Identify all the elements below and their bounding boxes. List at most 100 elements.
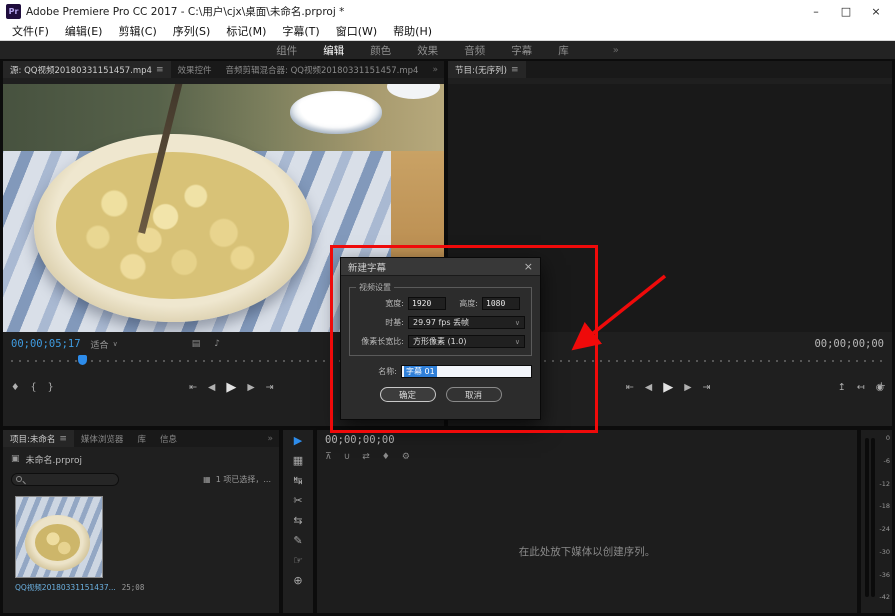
dialog-titlebar[interactable]: 新建字幕 × [341,258,540,276]
workspace-overflow-icon[interactable]: » [613,45,619,56]
ripple-edit-tool[interactable]: ↹ [293,475,302,486]
selection-tool[interactable]: ▶ [294,435,302,446]
step-back-icon[interactable]: ◀ [208,382,215,393]
timebase-value: 29.97 fps 丢帧 [413,317,469,328]
dialog-close-icon[interactable]: × [524,260,533,273]
dialog-buttons: 确定 取消 [349,387,532,402]
workspace-tab-editing[interactable]: 编辑 [323,43,344,58]
menu-window[interactable]: 窗口(W) [328,23,385,39]
workspace-bar: 组件 编辑 颜色 效果 音频 字幕 库 » [0,41,895,59]
workspace-tab-assembly[interactable]: 组件 [276,43,297,58]
snap-icon[interactable]: ∪ [344,452,351,462]
drag-video-only-icon[interactable]: ▤ [192,339,201,349]
tab-info[interactable]: 信息 [153,430,184,447]
pen-tool[interactable]: ✎ [293,535,302,546]
width-input[interactable]: 1920 [408,297,446,310]
go-to-in-icon[interactable]: ⇤ [189,382,197,393]
menu-sequence[interactable]: 序列(S) [165,23,219,39]
tab-libraries[interactable]: 库 [130,430,153,447]
linked-selection-icon[interactable]: ⇄ [362,452,370,462]
timeline-settings-icon[interactable]: ⚙ [402,452,410,462]
hand-tool[interactable]: ☞ [293,555,303,566]
meter-tick: -42 [879,594,890,601]
search-icon [16,476,22,482]
add-marker-icon[interactable]: ♦ [11,382,20,393]
go-to-in-icon[interactable]: ⇤ [626,382,634,393]
panel-menu-icon[interactable]: ≡ [511,65,519,75]
tab-audio-clip-mixer[interactable]: 音频剪辑混合器: QQ视频20180331151457.mp4 [219,61,426,78]
workspace-tab-audio[interactable]: 音频 [464,43,485,58]
meter-tick: -12 [879,481,890,488]
slip-tool[interactable]: ⇆ [293,515,302,526]
play-icon[interactable]: ▶ [663,380,673,395]
workspace-tab-titles[interactable]: 字幕 [511,43,532,58]
play-icon[interactable]: ▶ [226,380,236,395]
menu-clip[interactable]: 剪辑(C) [110,23,164,39]
audio-meter-panel: 0 -6 -12 -18 -24 -30 -36 -42 [861,430,892,613]
window-controls: – □ × [801,0,891,22]
timeline-drop-zone[interactable]: 在此处放下媒体以创建序列。 [317,490,857,613]
mark-in-icon[interactable]: { [31,382,37,393]
tab-media-browser[interactable]: 媒体浏览器 [74,430,131,447]
track-select-tool[interactable]: ▦ [293,455,303,466]
menu-markers[interactable]: 标记(M) [218,23,274,39]
meter-tick: -18 [879,503,890,510]
timebase-select[interactable]: 29.97 fps 丢帧 ∨ [408,316,525,329]
step-forward-icon[interactable]: ▶ [684,382,691,393]
video-settings-group: 视频设置 宽度: 1920 高度: 1080 时基: 29.97 fps 丢帧 … [349,287,532,356]
workspace-tab-libraries[interactable]: 库 [558,43,569,58]
search-input[interactable] [11,473,119,486]
extract-icon[interactable]: ↤ [857,382,865,393]
go-to-out-icon[interactable]: ⇥ [703,382,711,393]
source-playhead[interactable] [78,355,87,365]
step-back-icon[interactable]: ◀ [645,382,652,393]
zoom-level-value: 适合 [91,338,109,351]
tab-project[interactable]: 项目:未命名 ≡ [3,430,74,447]
dialog-body: 视频设置 宽度: 1920 高度: 1080 时基: 29.97 fps 丢帧 … [341,276,540,410]
pixel-aspect-select[interactable]: 方形像素 (1.0) ∨ [408,335,525,348]
video-settings-legend: 视频设置 [356,282,394,293]
pixel-aspect-label: 像素长宽比: [356,336,404,347]
cancel-button[interactable]: 取消 [446,387,502,402]
panel-menu-icon[interactable]: ≡ [59,434,67,444]
panel-menu-icon[interactable]: ≡ [156,65,164,75]
lift-icon[interactable]: ↥ [838,382,846,393]
clip-item[interactable]: QQ视频20180331151437... 25;08 [15,496,145,593]
add-marker-icon[interactable]: ♦ [382,452,390,462]
button-editor-icon[interactable]: + [877,379,886,392]
name-input-selected-text: 字幕 01 [404,366,437,377]
name-input[interactable]: 字幕 01 [401,365,532,378]
clip-thumbnail[interactable] [15,496,103,578]
panel-overflow-icon[interactable]: » [426,65,444,75]
panel-overflow-icon[interactable]: » [261,434,279,444]
list-view-icon[interactable]: ▦ [203,475,211,484]
timeline-header: 00;00;00;00 [317,430,857,446]
tab-program-monitor[interactable]: 节目:(无序列) ≡ [448,61,526,78]
menu-title[interactable]: 字幕(T) [274,23,327,39]
menu-help[interactable]: 帮助(H) [385,23,440,39]
project-file-name: 未命名.prproj [26,453,83,466]
close-button[interactable]: × [861,0,891,22]
menu-edit[interactable]: 编辑(E) [57,23,111,39]
project-file-row[interactable]: ▣ 未命名.prproj [3,450,279,468]
selection-status: 1 项已选择，... [216,474,271,485]
minimize-button[interactable]: – [801,0,831,22]
workspace-tab-color[interactable]: 颜色 [370,43,391,58]
drag-audio-only-icon[interactable]: ♪ [214,339,220,349]
maximize-button[interactable]: □ [831,0,861,22]
zoom-tool[interactable]: ⊕ [293,575,302,586]
step-forward-icon[interactable]: ▶ [247,382,254,393]
tab-effect-controls[interactable]: 效果控件 [171,61,219,78]
menu-file[interactable]: 文件(F) [4,23,57,39]
zoom-level-select[interactable]: 适合 ∨ [91,338,118,351]
workspace-tab-effects[interactable]: 效果 [417,43,438,58]
razor-tool[interactable]: ✂ [293,495,302,506]
tab-source-monitor[interactable]: 源: QQ视频20180331151457.mp4 ≡ [3,61,171,78]
nest-icon[interactable]: ⊼ [325,452,332,462]
premiere-window: Pr Adobe Premiere Pro CC 2017 - C:\用户\cj… [0,0,895,616]
height-label: 高度: [450,298,478,309]
clip-name[interactable]: QQ视频20180331151437... [15,582,116,593]
go-to-out-icon[interactable]: ⇥ [266,382,274,393]
height-input[interactable]: 1080 [482,297,520,310]
ok-button[interactable]: 确定 [380,387,436,402]
